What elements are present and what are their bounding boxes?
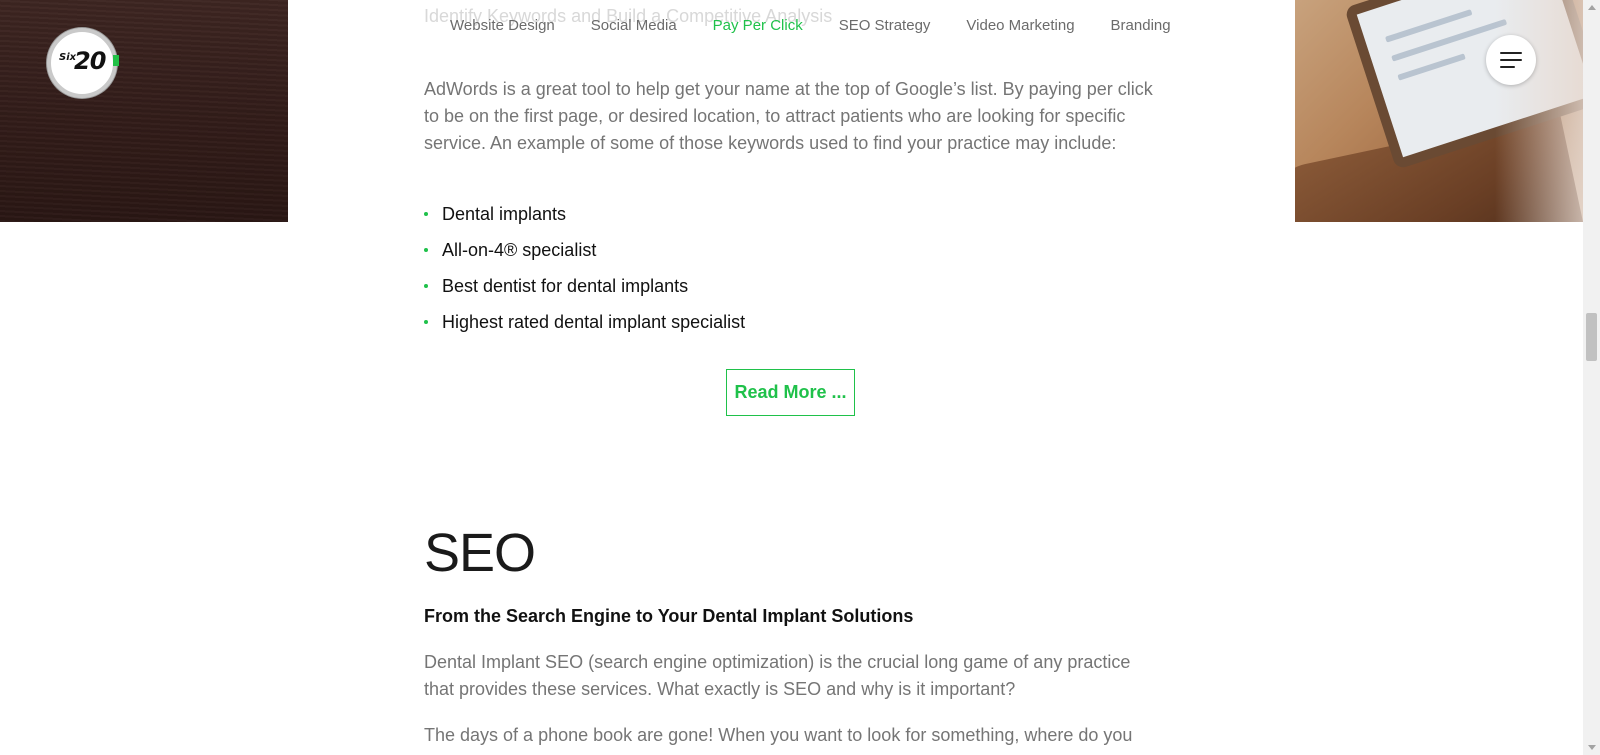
keyword-list: Dental implants All-on-4® specialist Bes… [424, 203, 745, 347]
logo-accent-tab [113, 55, 119, 66]
list-item: Highest rated dental implant specialist [424, 311, 745, 347]
scroll-up-arrow-icon[interactable] [1588, 5, 1596, 10]
keyword-text: Dental implants [442, 204, 567, 224]
bullet-dot [424, 212, 428, 216]
subnav-seo-strategy[interactable]: SEO Strategy [839, 17, 931, 34]
read-more-button[interactable]: Read More ... [726, 369, 855, 416]
list-item: All-on-4® specialist [424, 239, 745, 275]
bullet-dot [424, 284, 428, 288]
menu-button[interactable] [1486, 35, 1536, 85]
page-scrollbar[interactable] [1583, 0, 1600, 755]
services-subnav: Website Design Social Media Pay Per Clic… [450, 17, 1207, 34]
keyword-text: Best dentist for dental implants [442, 276, 689, 296]
subnav-website-design[interactable]: Website Design [450, 17, 555, 34]
screen-line [1397, 53, 1466, 81]
subnav-video-marketing[interactable]: Video Marketing [966, 17, 1074, 34]
scroll-down-arrow-icon[interactable] [1588, 745, 1596, 750]
hamburger-menu-icon [1500, 52, 1522, 54]
photo-blur-overlay [1495, 0, 1583, 222]
seo-paragraph-1: Dental Implant SEO (search engine optimi… [424, 652, 1131, 699]
hamburger-menu-icon [1500, 59, 1522, 61]
logo-big-text: 20 [74, 47, 106, 75]
seo-section-subtitle: From the Search Engine to Your Dental Im… [424, 606, 914, 626]
seo-section-title: SEO [424, 523, 536, 583]
site-logo[interactable]: Six 20 [47, 28, 117, 98]
right-header-photo [1295, 0, 1583, 222]
bullet-dot [424, 248, 428, 252]
keyword-text: All-on-4® specialist [442, 240, 597, 260]
left-header-photo [0, 0, 288, 222]
keyword-text: Highest rated dental implant specialist [442, 312, 746, 332]
subnav-social-media[interactable]: Social Media [591, 17, 677, 34]
subnav-pay-per-click[interactable]: Pay Per Click [713, 17, 803, 34]
seo-paragraph-2: The days of a phone book are gone! When … [424, 725, 1133, 745]
list-item: Dental implants [424, 203, 745, 239]
bullet-dot [424, 320, 428, 324]
list-item: Best dentist for dental implants [424, 275, 745, 311]
subnav-branding[interactable]: Branding [1111, 17, 1171, 34]
ppc-paragraph: AdWords is a great tool to help get your… [424, 79, 1153, 153]
scrollbar-thumb[interactable] [1586, 313, 1597, 361]
hamburger-menu-icon [1500, 66, 1515, 68]
